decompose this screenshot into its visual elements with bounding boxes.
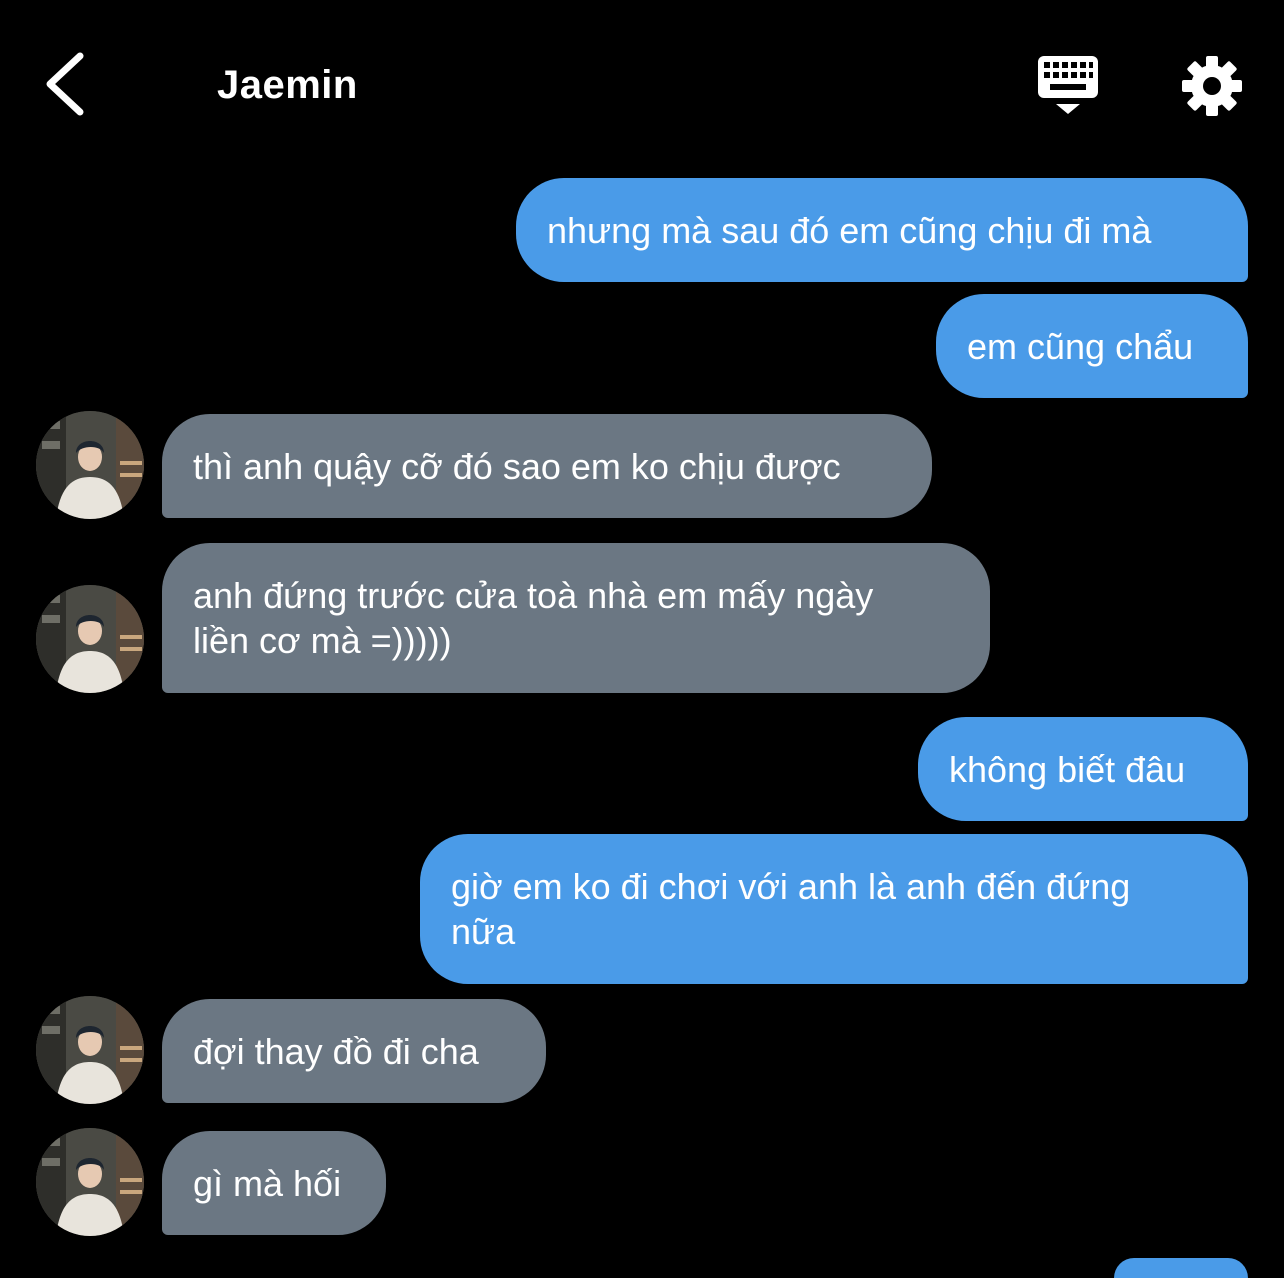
contact-avatar[interactable] — [36, 996, 144, 1104]
message-line: giờ em ko đi chơi với anh là anh đến đứn… — [451, 866, 1131, 907]
message-text: giờ em ko đi chơi với anh là anh đến đứn… — [451, 864, 1130, 954]
keyboard-hide-icon — [1038, 56, 1098, 114]
chevron-left-icon — [46, 52, 84, 116]
message-text: em cũng chẩu — [967, 325, 1194, 367]
message-line: anh đứng trước cửa toà nhà em mấy ngày — [193, 575, 874, 616]
settings-button[interactable] — [1180, 54, 1244, 118]
message-text: gì mà hối — [193, 1162, 342, 1204]
message-text: nhưng mà sau đó em cũng chịu đi mà — [547, 209, 1152, 251]
message-text: anh đứng trước cửa toà nhà em mấy ngày l… — [193, 573, 873, 663]
sent-message-bubble[interactable]: nhưng mà sau đó em cũng chịu đi mà — [516, 178, 1248, 282]
message-line: nữa — [451, 911, 516, 952]
sent-message-bubble[interactable]: không biết đâu — [918, 717, 1248, 821]
keyboard-toggle-button[interactable] — [1034, 52, 1102, 120]
contact-name: Jaemin — [217, 63, 358, 107]
contact-avatar[interactable] — [36, 1128, 144, 1236]
back-button[interactable] — [36, 46, 100, 126]
message-line: liền cơ mà =))))) — [193, 620, 452, 661]
sent-message-bubble[interactable]: giờ em ko đi chơi với anh là anh đến đứn… — [420, 834, 1248, 984]
received-message-bubble[interactable]: gì mà hối — [162, 1131, 386, 1235]
chat-header: Jaemin — [0, 0, 1284, 170]
message-text: thì anh quậy cỡ đó sao em ko chịu được — [193, 445, 841, 487]
contact-avatar[interactable] — [36, 411, 144, 519]
gear-icon — [1182, 56, 1242, 116]
received-message-bubble[interactable]: đợi thay đồ đi cha — [162, 999, 546, 1103]
received-message-bubble[interactable]: thì anh quậy cỡ đó sao em ko chịu được — [162, 414, 932, 518]
partial-sent-message-bubble[interactable] — [1114, 1258, 1248, 1278]
message-text: đợi thay đồ đi cha — [193, 1030, 479, 1072]
message-text: không biết đâu — [949, 748, 1186, 790]
received-message-bubble[interactable]: anh đứng trước cửa toà nhà em mấy ngày l… — [162, 543, 990, 693]
sent-message-bubble[interactable]: em cũng chẩu — [936, 294, 1248, 398]
contact-avatar[interactable] — [36, 585, 144, 693]
